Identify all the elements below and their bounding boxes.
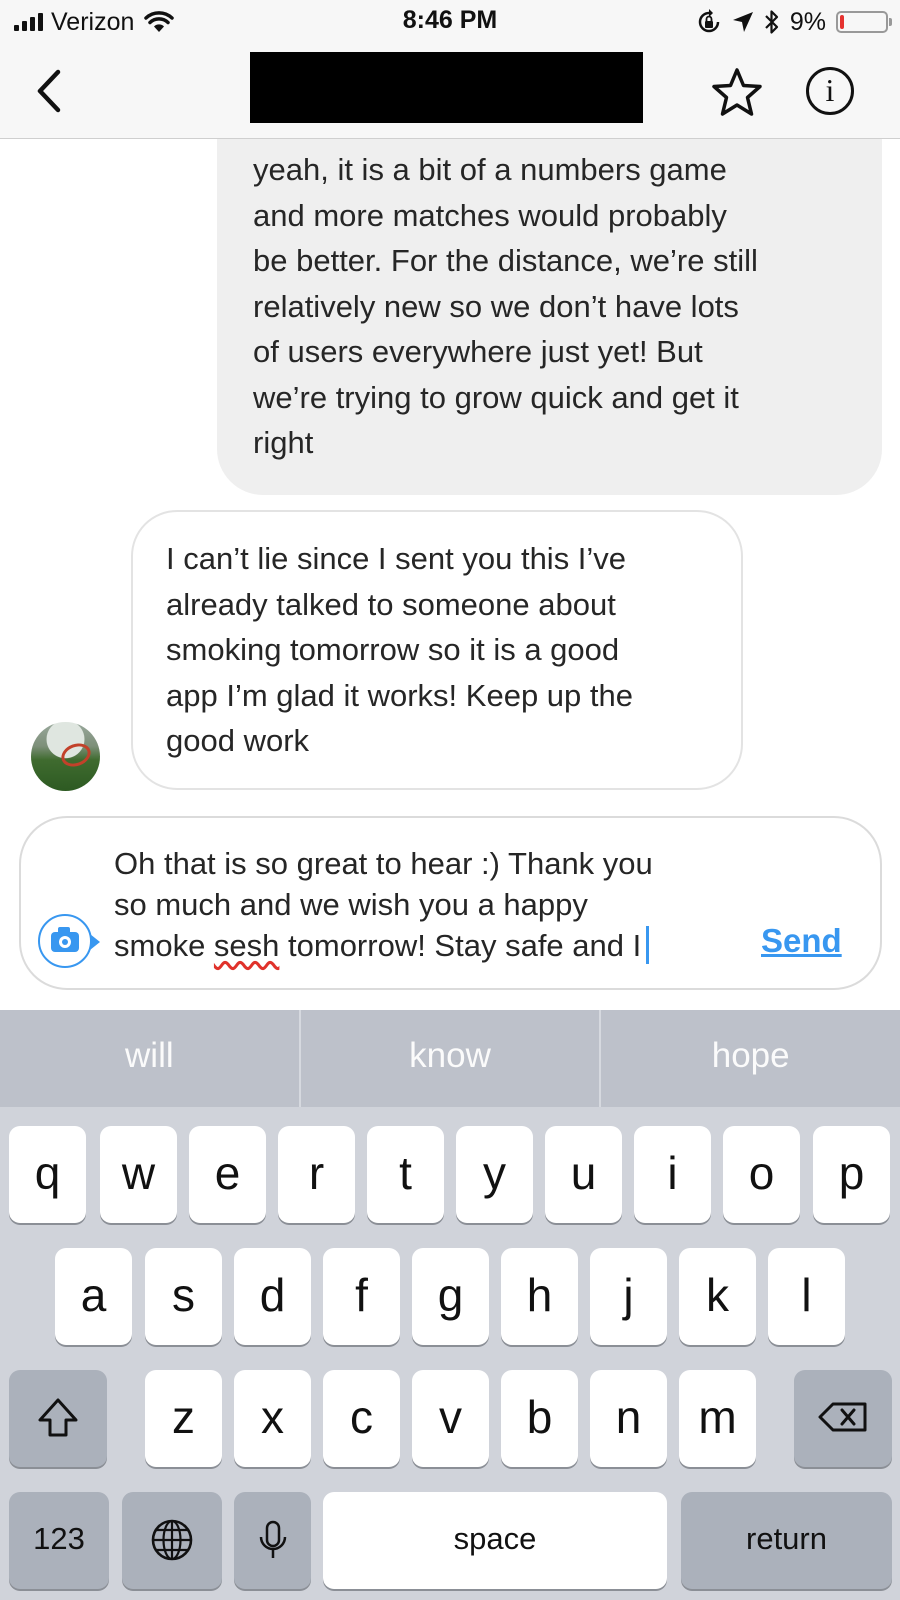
sender-avatar[interactable] [31,722,100,791]
message-line: right [253,425,314,460]
message-line: app I’m glad it works! Keep up the [166,677,633,713]
message-line: be better. For the distance, we’re still [253,243,758,278]
bluetooth-icon [765,10,778,34]
key-w[interactable]: w [100,1126,177,1223]
camera-button[interactable] [38,914,100,968]
favorite-button[interactable] [710,66,764,120]
key-u[interactable]: u [545,1126,622,1223]
keyboard: will know hope q w e r t y u i o p a s d… [0,1010,900,1600]
key-e[interactable]: e [189,1126,266,1223]
prediction-suggestion[interactable]: know [301,1010,602,1107]
input-line: smoke sesh tomorrow! Stay safe and I [114,925,734,966]
rotation-lock-icon [698,9,720,33]
prediction-suggestion[interactable]: will [0,1010,301,1107]
outgoing-message-bubble[interactable]: yeah, it is a bit of a numbers game and … [217,139,882,495]
incoming-message-bubble[interactable]: I can’t lie since I sent you this I’ve a… [131,510,743,790]
key-i[interactable]: i [634,1126,711,1223]
back-chevron-icon [37,69,61,113]
key-r[interactable]: r [278,1126,355,1223]
return-key[interactable]: return [681,1492,892,1589]
status-right: 9% [696,6,892,38]
key-o[interactable]: o [723,1126,800,1223]
message-line: I can’t lie since I sent you this I’ve [166,541,627,576]
globe-icon [151,1519,193,1561]
message-input[interactable]: Oh that is so great to hear :) Thank you… [114,843,734,966]
key-v[interactable]: v [412,1370,489,1467]
predictive-text-bar: will know hope [0,1010,900,1107]
redacted-username [250,52,643,123]
numbers-key[interactable]: 123 [9,1492,109,1589]
battery-percent: 9% [789,7,826,36]
input-text: smoke [114,928,214,963]
key-g[interactable]: g [412,1248,489,1345]
key-d[interactable]: d [234,1248,311,1345]
space-key[interactable]: space [323,1492,667,1589]
key-k[interactable]: k [679,1248,756,1345]
status-bar: Verizon 8:46 PM 9% [0,0,900,44]
misspelled-word[interactable]: sesh [214,928,279,963]
dictation-key[interactable] [234,1492,311,1589]
backspace-key[interactable] [794,1370,892,1467]
battery-level-fill [840,15,844,29]
key-a[interactable]: a [55,1248,132,1345]
key-q[interactable]: q [9,1126,86,1223]
input-line: so much and we wish you a happy [114,887,588,922]
message-line: and more matches would probably [253,197,727,233]
message-line: good work [166,723,310,758]
shift-icon [38,1398,78,1437]
message-line: we’re trying to grow quick and get it [253,379,739,415]
shift-key[interactable] [9,1370,107,1467]
prediction-suggestion[interactable]: hope [601,1010,900,1107]
info-button[interactable]: i [806,67,854,115]
info-icon: i [825,72,835,108]
input-line: Oh that is so great to hear :) Thank you [114,846,653,881]
conversation-header: i [0,44,900,139]
key-j[interactable]: j [590,1248,667,1345]
message-line: already talked to someone about [166,586,616,622]
input-text: tomorrow! Stay safe and I [279,928,642,963]
key-s[interactable]: s [145,1248,222,1345]
message-line: yeah, it is a bit of a numbers game [253,152,727,187]
send-button[interactable]: Send [761,922,842,960]
message-line: of users everywhere just yet! But [253,334,703,369]
globe-key[interactable] [122,1492,222,1589]
star-icon [712,68,762,116]
message-line: smoking tomorrow so it is a good [166,632,620,667]
text-cursor [646,926,650,964]
key-z[interactable]: z [145,1370,222,1467]
key-c[interactable]: c [323,1370,400,1467]
battery-icon [836,11,892,33]
message-composer[interactable]: Oh that is so great to hear :) Thank you… [19,816,882,990]
key-p[interactable]: p [813,1126,890,1223]
backspace-icon [818,1402,867,1432]
message-thread[interactable]: yeah, it is a bit of a numbers game and … [0,139,900,1010]
key-y[interactable]: y [456,1126,533,1223]
key-n[interactable]: n [590,1370,667,1467]
location-arrow-icon [732,12,753,32]
back-button[interactable] [28,66,78,116]
avatar-photo-detail [58,739,94,771]
microphone-icon [259,1520,286,1558]
message-line: relatively new so we don’t have lots [253,288,739,324]
key-l[interactable]: l [768,1248,845,1345]
key-t[interactable]: t [367,1126,444,1223]
key-m[interactable]: m [679,1370,756,1467]
key-x[interactable]: x [234,1370,311,1467]
key-b[interactable]: b [501,1370,578,1467]
key-f[interactable]: f [323,1248,400,1345]
key-h[interactable]: h [501,1248,578,1345]
